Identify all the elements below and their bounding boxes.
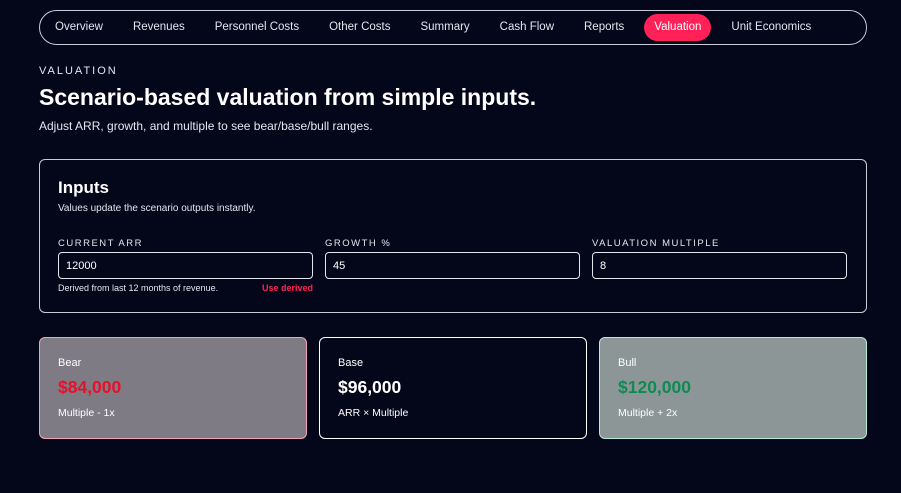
bear-note: Multiple - 1x (58, 407, 115, 419)
base-note: ARR × Multiple (338, 407, 409, 419)
tab-reports[interactable]: Reports (574, 14, 634, 41)
tab-overview[interactable]: Overview (45, 14, 113, 41)
inputs-description: Values update the scenario outputs insta… (58, 203, 256, 214)
base-label: Base (338, 357, 364, 369)
current-arr-field: CURRENT ARR (58, 238, 313, 279)
use-derived-link[interactable]: Use derived (262, 283, 313, 293)
growth-label: GROWTH % (325, 238, 392, 249)
bull-label: Bull (618, 357, 637, 369)
inputs-title: Inputs (58, 178, 109, 197)
tab-other-costs[interactable]: Other Costs (319, 14, 400, 41)
current-arr-label: CURRENT ARR (58, 238, 143, 249)
arr-hint: Derived from last 12 months of revenue. (58, 283, 219, 293)
page-title: Scenario-based valuation from simple inp… (39, 84, 537, 110)
bull-scenario-card: Bull $120,000 Multiple + 2x (599, 337, 867, 439)
bear-scenario-card: Bear $84,000 Multiple - 1x (39, 337, 307, 439)
valuation-multiple-label: VALUATION MULTIPLE (592, 238, 720, 249)
base-scenario-card: Base $96,000 ARR × Multiple (319, 337, 587, 439)
tab-summary[interactable]: Summary (410, 14, 479, 41)
tab-personnel-costs[interactable]: Personnel Costs (205, 14, 309, 41)
tab-cash-flow[interactable]: Cash Flow (490, 14, 564, 41)
top-nav: Overview Revenues Personnel Costs Other … (39, 10, 867, 45)
valuation-multiple-field: VALUATION MULTIPLE (592, 238, 847, 279)
growth-input[interactable] (325, 252, 580, 279)
base-value: $96,000 (338, 377, 402, 397)
valuation-multiple-input[interactable] (592, 252, 847, 279)
growth-field: GROWTH % (325, 238, 580, 279)
bull-value: $120,000 (618, 377, 691, 397)
tab-revenues[interactable]: Revenues (123, 14, 195, 41)
page-subtitle: Adjust ARR, growth, and multiple to see … (39, 119, 373, 133)
bear-value: $84,000 (58, 377, 122, 397)
bear-label: Bear (58, 357, 82, 369)
bull-note: Multiple + 2x (618, 407, 678, 419)
tab-valuation[interactable]: Valuation (644, 14, 712, 41)
current-arr-input[interactable] (58, 252, 313, 279)
inputs-panel: Inputs Values update the scenario output… (39, 159, 867, 313)
tab-unit-economics[interactable]: Unit Economics (721, 14, 821, 41)
section-eyebrow: VALUATION (39, 65, 118, 77)
